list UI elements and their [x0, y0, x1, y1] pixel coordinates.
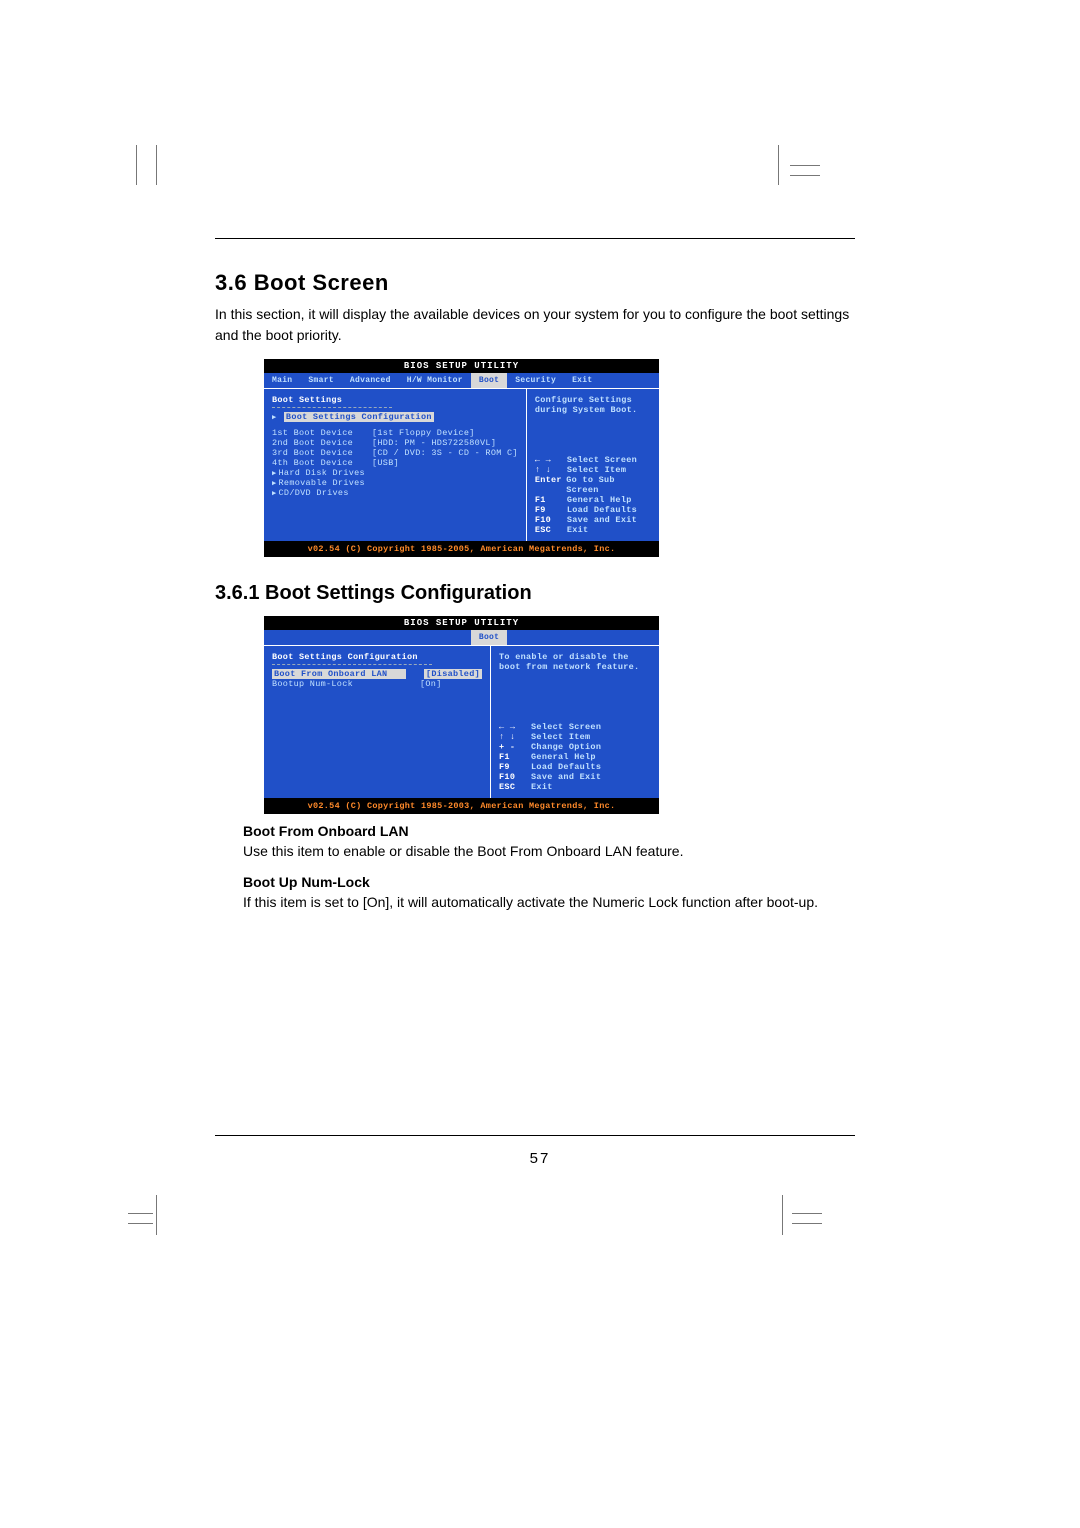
tab-security[interactable]: Security	[507, 373, 564, 388]
tab-main[interactable]: Main	[264, 373, 300, 388]
crop-mark-top-right	[770, 145, 830, 185]
tab-advanced[interactable]: Advanced	[342, 373, 399, 388]
bios2-title: BIOS SETUP UTILITY	[264, 616, 659, 630]
boot-device-row-3[interactable]: 3rd Boot Device [CD / DVD: 3S - CD - ROM…	[272, 448, 518, 458]
bios2-left-pane: Boot Settings Configuration Boot From On…	[264, 646, 491, 798]
help-line-2: during System Boot.	[535, 405, 651, 415]
bios-left-pane: Boot Settings Boot Settings Configuratio…	[264, 389, 527, 541]
key-legend-2: ← →Select Screen ↑ ↓Select Item + -Chang…	[499, 722, 651, 792]
tab-boot[interactable]: Boot	[471, 373, 507, 388]
row-bootup-num-lock[interactable]: Bootup Num-Lock [On]	[272, 679, 482, 689]
boot-device-row-2[interactable]: 2nd Boot Device [HDD: PM - HDS722580VL]	[272, 438, 518, 448]
bios-tabs: Main Smart Advanced H/W Monitor Boot Sec…	[264, 373, 659, 389]
bios2-footer: v02.54 (C) Copyright 1985-2003, American…	[264, 798, 659, 814]
submenu-cd-dvd-drives[interactable]: CD/DVD Drives	[272, 488, 518, 498]
tab-hw-monitor[interactable]: H/W Monitor	[399, 373, 471, 388]
footer-rule	[215, 1135, 855, 1136]
bios-boot-settings-config: BIOS SETUP UTILITY Main Smart Advanced H…	[263, 615, 660, 815]
page: 3.6 Boot Screen In this section, it will…	[0, 0, 1080, 1528]
tab-smart[interactable]: Smart	[300, 373, 342, 388]
subsection-heading: 3.6.1 Boot Settings Configuration	[215, 582, 855, 605]
content-area: 3.6 Boot Screen In this section, it will…	[215, 270, 855, 925]
boot-settings-config-title: Boot Settings Configuration	[272, 652, 482, 662]
submenu-hard-disk-drives[interactable]: Hard Disk Drives	[272, 468, 518, 478]
header-rule	[215, 238, 855, 239]
bios-title: BIOS SETUP UTILITY	[264, 359, 659, 373]
bios-boot-screen: BIOS SETUP UTILITY Main Smart Advanced H…	[263, 358, 660, 558]
tab-boot-2[interactable]: Boot	[471, 630, 507, 645]
section-intro: In this section, it will display the ava…	[215, 304, 855, 346]
bios2-help-pane: To enable or disable the boot from netwo…	[491, 646, 659, 798]
bios-help-pane: Configure Settings during System Boot. ←…	[527, 389, 659, 541]
tab-exit[interactable]: Exit	[564, 373, 600, 388]
boot-settings-title: Boot Settings	[272, 395, 518, 405]
desc-h1: Boot From Onboard LAN	[243, 823, 855, 839]
key-legend: ← →Select Screen ↑ ↓Select Item EnterGo …	[535, 455, 651, 535]
desc-p1: Use this item to enable or disable the B…	[243, 841, 855, 862]
boot-device-row-1[interactable]: 1st Boot Device [1st Floppy Device]	[272, 428, 518, 438]
crop-mark-bottom-right	[770, 1195, 830, 1235]
crop-mark-top-left	[128, 145, 168, 185]
boot-device-row-4[interactable]: 4th Boot Device [USB]	[272, 458, 518, 468]
submenu-removable-drives[interactable]: Removable Drives	[272, 478, 518, 488]
help2-line-1: To enable or disable the	[499, 652, 651, 662]
bios-footer: v02.54 (C) Copyright 1985-2005, American…	[264, 541, 659, 557]
desc-h2: Boot Up Num-Lock	[243, 874, 855, 890]
bios2-tabs: Main Smart Advanced H/W Monitor Boot	[264, 630, 659, 646]
help-line-1: Configure Settings	[535, 395, 651, 405]
section-heading: 3.6 Boot Screen	[215, 270, 855, 296]
submenu-boot-settings-config[interactable]: Boot Settings Configuration	[272, 412, 518, 422]
help2-line-2: boot from network feature.	[499, 662, 651, 672]
row-boot-from-onboard-lan[interactable]: Boot From Onboard LAN [Disabled]	[272, 669, 482, 679]
crop-mark-bottom-left	[128, 1195, 188, 1235]
page-number: 57	[0, 1150, 1080, 1167]
desc-p2: If this item is set to [On], it will aut…	[243, 892, 855, 913]
